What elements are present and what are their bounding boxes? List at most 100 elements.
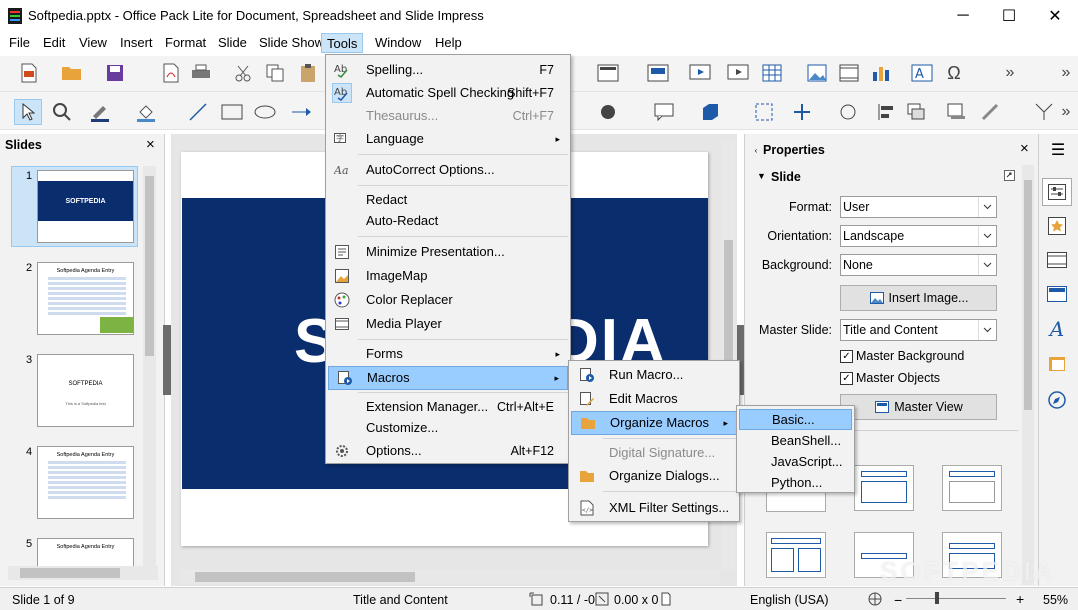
minimize-button[interactable]: ─ xyxy=(940,0,986,32)
menu-file[interactable]: File xyxy=(9,35,30,50)
slide-layout-icon[interactable] xyxy=(596,62,620,84)
select-arrow-icon[interactable] xyxy=(14,99,42,125)
properties-close-button[interactable]: × xyxy=(1020,140,1029,157)
menu-item-organize-dialogs[interactable]: Organize Dialogs... xyxy=(569,465,739,487)
menu-item-options[interactable]: Options... Alt+F12 xyxy=(326,440,570,462)
background-dropdown[interactable]: None xyxy=(840,254,997,276)
menu-item-xml-filter-settings[interactable]: </> XML Filter Settings... xyxy=(569,497,739,519)
slides-scroll-thumb[interactable] xyxy=(145,176,154,356)
toolbar-overflow-icon[interactable]: » xyxy=(1058,62,1074,84)
menu-item-digital-signature[interactable]: Digital Signature... xyxy=(569,442,739,464)
gallery-tab-icon[interactable] xyxy=(1045,352,1069,376)
menu-item-redact[interactable]: Redact xyxy=(326,189,570,211)
media-icon[interactable] xyxy=(838,62,860,84)
menu-insert[interactable]: Insert xyxy=(120,35,153,50)
collapse-slides-pane-handle[interactable] xyxy=(163,325,171,395)
menu-item-extension-manager[interactable]: Extension Manager... Ctrl+Alt+E xyxy=(326,396,570,418)
zoom-in-button[interactable]: + xyxy=(1016,591,1024,607)
3d-objects-icon[interactable] xyxy=(698,100,722,124)
status-language[interactable]: English (USA) xyxy=(750,593,829,607)
rotate-icon[interactable] xyxy=(836,100,860,124)
menu-edit[interactable]: Edit xyxy=(43,35,65,50)
styles-tab-icon[interactable]: A xyxy=(1045,316,1069,342)
maximize-button[interactable]: ☐ xyxy=(986,0,1032,32)
zoom-pan-icon[interactable] xyxy=(50,100,74,124)
menu-window[interactable]: Window xyxy=(375,35,421,50)
menu-item-python[interactable]: Python... xyxy=(737,472,854,494)
menu-item-forms[interactable]: Forms ▸ xyxy=(326,343,570,365)
collapse-section-icon[interactable]: ▼ xyxy=(757,171,766,181)
points-icon[interactable] xyxy=(752,100,776,124)
close-button[interactable]: ✕ xyxy=(1032,0,1078,32)
menu-item-imagemap[interactable]: ImageMap xyxy=(326,265,570,287)
menu-slide-show[interactable]: Slide Show xyxy=(259,35,324,50)
special-character-icon[interactable]: Ω xyxy=(942,62,966,84)
menu-item-edit-macros[interactable]: Edit Macros xyxy=(569,388,739,410)
slide-thumb-3[interactable]: SOFTPEDIA This is a Softpedia test xyxy=(37,354,134,427)
document-modified-icon[interactable] xyxy=(660,591,672,607)
editor-hscroll-thumb[interactable] xyxy=(195,572,415,582)
display-views-icon[interactable] xyxy=(646,62,670,84)
animation-tab-icon[interactable] xyxy=(1045,248,1069,272)
menu-item-auto-spell[interactable]: Ab Automatic Spell Checking Shift+F7 xyxy=(326,82,570,104)
shadow-icon[interactable] xyxy=(944,100,968,124)
fill-color-icon[interactable] xyxy=(134,100,158,124)
slides-hscroll-thumb[interactable] xyxy=(20,568,120,578)
menu-item-language[interactable]: 字 Language ▸ xyxy=(326,128,570,150)
glue-points-icon[interactable] xyxy=(790,100,814,124)
paste-icon[interactable] xyxy=(296,62,320,84)
export-pdf-icon[interactable] xyxy=(160,62,182,84)
menu-item-thesaurus[interactable]: Thesaurus... Ctrl+F7 xyxy=(326,105,570,127)
master-view-button[interactable]: Master View xyxy=(840,394,997,420)
callouts-icon[interactable] xyxy=(652,100,676,124)
drawing-overflow-icon[interactable]: » xyxy=(1058,100,1074,124)
menu-item-javascript[interactable]: JavaScript... xyxy=(737,451,854,473)
copy-icon[interactable] xyxy=(264,62,286,84)
zoom-slider-track[interactable] xyxy=(906,598,1006,599)
stars-icon[interactable] xyxy=(596,100,620,124)
open-folder-icon[interactable] xyxy=(60,62,84,84)
insert-image-button[interactable]: Insert Image... xyxy=(840,285,997,311)
image-icon[interactable] xyxy=(806,62,828,84)
line-tool-icon[interactable] xyxy=(186,100,210,124)
menu-item-organize-macros[interactable]: Organize Macros ▸ xyxy=(571,411,737,435)
menu-slide[interactable]: Slide xyxy=(218,35,247,50)
ellipse-tool-icon[interactable] xyxy=(252,100,278,124)
line-color-icon[interactable] xyxy=(88,100,112,124)
toggle-extrusion-icon[interactable] xyxy=(1032,100,1056,124)
slide-transition-tab-icon[interactable] xyxy=(1045,214,1069,238)
layout-two-content[interactable] xyxy=(766,532,826,578)
menu-item-customize[interactable]: Customize... xyxy=(326,417,570,439)
master-slide-dropdown[interactable]: Title and Content xyxy=(840,319,997,341)
zoom-out-button[interactable]: − xyxy=(894,592,902,608)
menu-item-basic[interactable]: Basic... xyxy=(739,409,852,430)
menu-item-spelling[interactable]: Ab Spelling... F7 xyxy=(326,59,570,81)
menu-item-auto-redact[interactable]: Auto-Redact xyxy=(326,210,570,232)
menu-item-macros[interactable]: Macros ▸ xyxy=(328,366,568,390)
menu-view[interactable]: View xyxy=(79,35,107,50)
zoom-slider-thumb[interactable] xyxy=(935,592,939,604)
menu-item-autocorrect[interactable]: Aa AutoCorrect Options... xyxy=(326,159,570,181)
orientation-dropdown[interactable]: Landscape xyxy=(840,225,997,247)
table-icon[interactable] xyxy=(760,62,784,84)
save-icon[interactable] xyxy=(104,62,126,84)
arrow-line-icon[interactable] xyxy=(290,100,314,124)
properties-tab-icon[interactable] xyxy=(1042,178,1072,206)
menu-item-run-macro[interactable]: Run Macro... xyxy=(569,364,739,386)
sidebar-menu-icon[interactable]: ☰ xyxy=(1048,140,1068,160)
start-slideshow-icon[interactable] xyxy=(688,62,712,84)
properties-scroll-thumb[interactable] xyxy=(1024,180,1032,410)
menu-item-beanshell[interactable]: BeanShell... xyxy=(737,430,854,452)
menu-tools[interactable]: Tools xyxy=(321,33,364,53)
more-options-icon[interactable] xyxy=(1003,169,1015,181)
slide-thumb-2[interactable]: Softpedia Agenda Entry xyxy=(37,262,134,335)
fit-slide-icon[interactable] xyxy=(866,590,884,608)
status-zoom[interactable]: 55% xyxy=(1043,593,1068,607)
text-box-icon[interactable]: A xyxy=(910,62,934,84)
rectangle-tool-icon[interactable] xyxy=(220,100,244,124)
navigator-tab-icon[interactable] xyxy=(1045,388,1069,412)
slides-pane-close-button[interactable]: × xyxy=(146,136,155,153)
slide-thumb-1[interactable]: SOFTPEDIA xyxy=(37,170,134,243)
crop-icon[interactable] xyxy=(978,100,1002,124)
arrange-icon[interactable] xyxy=(904,100,928,124)
